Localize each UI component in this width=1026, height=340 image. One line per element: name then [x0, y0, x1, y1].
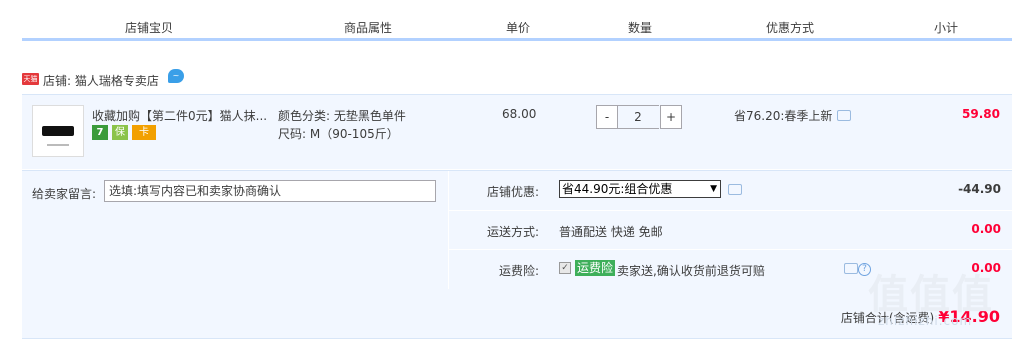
watermark: 值值值 zhizhizhi.com	[858, 262, 1018, 332]
insurance-text: 卖家送,确认收货前退货可赔	[617, 264, 765, 278]
header-promotion: 优惠方式	[766, 21, 815, 35]
chevron-down-icon: ▼	[710, 184, 717, 194]
quantity-stepper: - 2 +	[596, 105, 684, 129]
cart-item-row: 收藏加购【第二件0元】猫人抹... 7 保 卡 颜色分类: 无垫黑色单件 尺码:…	[22, 94, 1012, 169]
discount-amount: -44.90	[958, 182, 1001, 196]
watermark-logo: 值值值	[868, 272, 994, 318]
comment-icon[interactable]	[728, 184, 742, 195]
qty-input[interactable]: 2	[617, 105, 659, 129]
qty-decrement-button[interactable]: -	[596, 105, 618, 129]
insurance-label: 运费险:	[498, 264, 539, 278]
header-shop-item: 店铺宝贝	[125, 21, 174, 35]
discount-label: 店铺优惠:	[486, 185, 539, 199]
header-attributes: 商品属性	[344, 21, 393, 35]
item-subtotal: 59.80	[962, 107, 1000, 121]
shipping-label: 运送方式:	[486, 225, 539, 239]
header-unit-price: 单价	[506, 21, 531, 35]
bottom-divider	[22, 338, 1012, 339]
guarantee-icon: 保	[112, 125, 128, 140]
shop-name[interactable]: 店铺: 猫人瑞格专卖店	[43, 72, 159, 89]
comment-icon[interactable]	[837, 110, 852, 121]
wangwang-icon[interactable]: ~	[168, 69, 184, 83]
shipping-method: 普通配送 快递 免邮	[559, 225, 663, 239]
shop-row: 天猫 店铺: 猫人瑞格专卖店 ~	[22, 68, 422, 90]
seller-message-input[interactable]: 选填:填写内容已和卖家协商确认	[104, 180, 436, 202]
insurance-checkbox[interactable]: ✓	[559, 262, 571, 274]
discount-select[interactable]: 省44.90元:组合优惠 ▼	[559, 180, 721, 198]
comment-icon[interactable]	[844, 263, 858, 274]
unit-price: 68.00	[502, 107, 537, 121]
shipping-amount: 0.00	[971, 222, 1001, 236]
product-thumbnail[interactable]	[32, 105, 84, 157]
message-label: 给卖家留言:	[32, 187, 97, 201]
tmall-icon: 天猫	[22, 73, 39, 85]
header-divider	[22, 38, 1012, 41]
watermark-site: zhizhizhi.com	[878, 314, 973, 328]
credit-card-icon: 卡	[132, 125, 156, 140]
product-title[interactable]: 收藏加购【第二件0元】猫人抹...	[92, 107, 267, 124]
header-subtotal: 小计	[934, 21, 959, 35]
insurance-badge: 运费险	[575, 260, 616, 276]
header-quantity: 数量	[628, 21, 653, 35]
qty-increment-button[interactable]: +	[660, 105, 682, 129]
shipping-row: 运送方式: 普通配送 快递 免邮 0.00	[449, 210, 1013, 249]
attr-size: 尺码: M（90-105斤）	[278, 127, 399, 141]
table-header: 店铺宝贝 商品属性 单价 数量 优惠方式 小计	[22, 0, 1012, 38]
attr-color: 颜色分类: 无垫黑色单件	[278, 109, 406, 123]
item-promotion: 省76.20:春季上新	[734, 107, 852, 124]
seven-day-return-icon: 7	[92, 125, 108, 140]
shop-discount-row: 店铺优惠: 省44.90元:组合优惠 ▼ -44.90	[449, 171, 1013, 209]
